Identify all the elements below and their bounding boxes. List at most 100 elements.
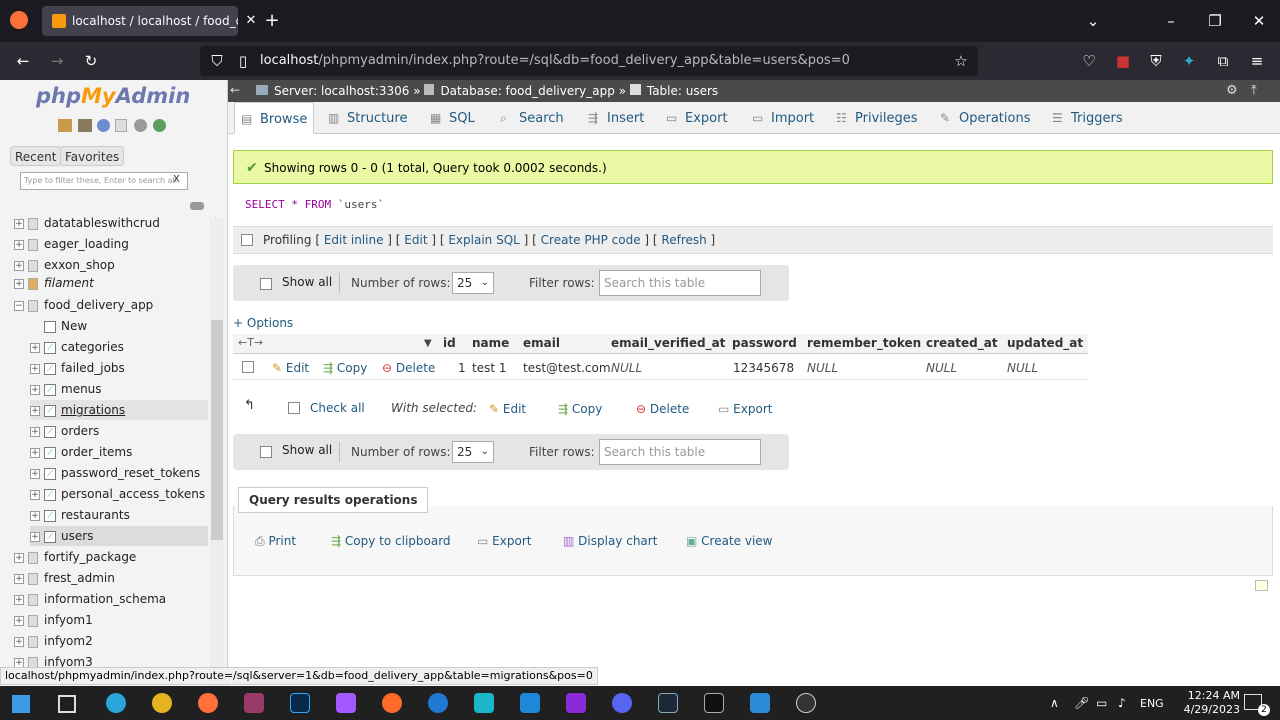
collapse-all-icon[interactable]	[190, 202, 204, 210]
db-name[interactable]: exxon_shop	[44, 258, 115, 272]
row-delete-button[interactable]: ⊖ Delete	[382, 361, 435, 375]
cell-updated-at[interactable]: NULL	[1007, 361, 1038, 375]
expand-icon[interactable]: +	[14, 239, 24, 250]
app-teal-icon[interactable]	[474, 693, 494, 713]
row-checkbox[interactable]	[242, 361, 254, 373]
task-view-icon[interactable]	[58, 695, 76, 713]
sublime-icon[interactable]	[382, 693, 402, 713]
page-info-icon[interactable]: ▯	[232, 51, 254, 71]
db-name[interactable]: datatableswithcrud	[44, 216, 160, 230]
table-item-new[interactable]: New	[44, 316, 87, 336]
check-all-label[interactable]: Check all	[310, 401, 365, 415]
table-name[interactable]: categories	[61, 340, 124, 354]
cell-password[interactable]: 12345678	[733, 361, 794, 375]
db-name[interactable]: filament	[44, 276, 94, 290]
sidebar-scroll-thumb[interactable]	[211, 320, 223, 540]
db-name[interactable]: information_schema	[44, 592, 166, 606]
favorites-button[interactable]: Favorites	[60, 146, 125, 166]
tab-triggers[interactable]: ☰ Triggers	[1046, 102, 1129, 134]
bookmark-star-icon[interactable]: ☆	[950, 51, 972, 71]
table-name[interactable]: users	[61, 529, 93, 543]
bulk-delete-button[interactable]: ⊖ Delete	[636, 402, 689, 416]
expand-icon[interactable]: +	[30, 405, 40, 416]
forward-icon[interactable]: →	[46, 51, 68, 71]
expand-icon[interactable]: +	[14, 278, 24, 289]
table-name[interactable]: password_reset_tokens	[61, 466, 200, 480]
profiling-checkbox[interactable]	[241, 234, 253, 246]
table-item-categories[interactable]: + ⟋ categories	[30, 337, 124, 357]
exit-icon[interactable]	[78, 119, 92, 132]
db-name[interactable]: food_delivery_app	[44, 298, 153, 312]
db-name[interactable]: frest_admin	[44, 571, 115, 585]
expand-icon[interactable]: +	[14, 657, 24, 668]
filter-rows-input[interactable]: Search this table	[599, 270, 761, 296]
profiling-label[interactable]: Profiling	[263, 233, 312, 247]
create-view-link[interactable]: ▣ Create view	[686, 534, 773, 548]
firefox-icon[interactable]	[10, 11, 28, 29]
expand-icon[interactable]: +	[30, 384, 40, 395]
column-header[interactable]: updated_at	[1007, 336, 1083, 350]
db-item-datatableswithcrud[interactable]: + datatableswithcrud	[14, 213, 160, 233]
options-toggle[interactable]: + Options	[233, 316, 293, 330]
show-all-label[interactable]: Show all	[282, 275, 332, 289]
network-icon[interactable]: ▭	[1096, 696, 1107, 710]
tab-import[interactable]: ▭ Import	[746, 102, 820, 134]
cell-name[interactable]: test 1	[472, 361, 507, 375]
windows-start-icon[interactable]	[12, 695, 30, 713]
column-header[interactable]: email	[523, 336, 560, 350]
tab-browse[interactable]: ▤ Browse	[234, 102, 315, 134]
table-item-menus[interactable]: + ⟋ menus	[30, 379, 102, 399]
menu-hamburger-icon[interactable]: ≡	[1246, 51, 1268, 71]
tab-privileges[interactable]: ☷ Privileges	[830, 102, 924, 134]
table-item-order-items[interactable]: + ⟋ order_items	[30, 442, 132, 462]
expand-icon[interactable]: +	[14, 594, 24, 605]
sql-query[interactable]: SELECT * FROM `users`	[245, 198, 384, 211]
cell-email[interactable]: test@test.com	[523, 361, 611, 375]
chrome-icon[interactable]	[152, 693, 172, 713]
terminal-icon[interactable]	[704, 693, 724, 713]
row-copy-button[interactable]: ⇶ Copy	[323, 361, 367, 375]
bulk-edit-button[interactable]: ✎ Edit	[489, 402, 526, 416]
browser-tab[interactable]: localhost / localhost / food_deli	[42, 6, 238, 36]
collapse-sidebar-icon[interactable]: ←	[230, 83, 240, 97]
firefox-taskbar-icon[interactable]	[198, 693, 218, 713]
tab-operations[interactable]: ✎ Operations	[934, 102, 1036, 134]
url-field[interactable]: localhost/phpmyadmin/index.php?route=/sq…	[200, 46, 978, 76]
tab-sql[interactable]: ▦ SQL	[424, 102, 481, 134]
column-header[interactable]: name	[472, 336, 509, 350]
export-link[interactable]: ▭ Export	[477, 534, 531, 548]
cell-remember-token[interactable]: NULL	[807, 361, 838, 375]
vscode-icon[interactable]	[520, 693, 540, 713]
expand-icon[interactable]: +	[30, 363, 40, 374]
reload-nav-icon[interactable]	[153, 119, 166, 132]
db-item-exxon-shop[interactable]: + exxon_shop	[14, 255, 115, 275]
extensions-puzzle-icon[interactable]: ⧉	[1212, 51, 1234, 71]
explain-sql-link[interactable]: Explain SQL	[448, 233, 520, 247]
db-item-infyom1[interactable]: + infyom1	[14, 610, 93, 630]
table-item-orders[interactable]: + ⟋ orders	[30, 421, 99, 441]
column-resize-arrows-icon[interactable]: ←T→	[238, 336, 263, 349]
expand-icon[interactable]: +	[14, 552, 24, 563]
row-edit-button[interactable]: ✎ Edit	[272, 361, 309, 375]
db-item-infyom2[interactable]: + infyom2	[14, 631, 93, 651]
table-name[interactable]: orders	[61, 424, 99, 438]
expand-icon[interactable]: +	[14, 218, 24, 229]
filter-rows-input[interactable]: Search this table	[599, 439, 761, 465]
expand-icon[interactable]: +	[14, 260, 24, 271]
expand-icon[interactable]: +	[30, 342, 40, 353]
table-item-migrations[interactable]: + ⟋ migrations	[30, 400, 208, 420]
extension-blue-icon[interactable]: ✦	[1178, 51, 1200, 71]
expand-icon[interactable]: +	[30, 468, 40, 479]
db-item-eager-loading[interactable]: + eager_loading	[14, 234, 129, 254]
mic-icon[interactable]: 🎤︎	[1074, 696, 1089, 710]
extension-shield-icon[interactable]: ⛨	[1145, 51, 1167, 71]
settings-icon[interactable]	[134, 119, 147, 132]
steam-icon[interactable]	[658, 693, 678, 713]
console-toggle-icon[interactable]	[1255, 580, 1268, 591]
number-of-rows-select[interactable]: 25 ⌄	[452, 272, 494, 294]
bulk-copy-button[interactable]: ⇶ Copy	[558, 402, 602, 416]
obs-icon[interactable]	[796, 693, 816, 713]
table-name[interactable]: restaurants	[61, 508, 130, 522]
figma-icon[interactable]	[336, 693, 356, 713]
column-header[interactable]: id	[443, 336, 456, 350]
